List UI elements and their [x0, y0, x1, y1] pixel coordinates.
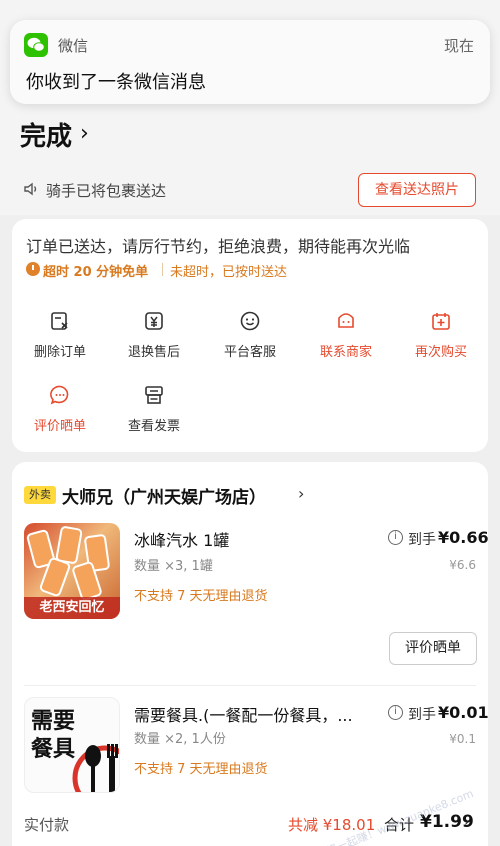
action-label: 评价晒单: [33, 419, 86, 434]
cutlery-icon: [72, 744, 119, 792]
chevron-right-icon[interactable]: ›: [80, 121, 89, 146]
clock-icon: [26, 262, 40, 276]
store-contact-icon: [338, 313, 354, 328]
action-label: 退换售后: [127, 345, 180, 360]
product-image[interactable]: 需要 餐具: [24, 697, 120, 793]
info-icon[interactable]: i: [388, 530, 403, 545]
view-invoice-button[interactable]: 查看发票: [114, 383, 194, 434]
product-quantity: 数量 ×3, 1罐: [134, 559, 213, 574]
price-label: 到手: [408, 532, 436, 548]
divider: [24, 685, 476, 686]
product-image-caption: 老西安回忆: [24, 597, 120, 619]
notification-message: 你收到了一条微信消息: [26, 72, 206, 93]
product-price: ¥0.01: [438, 703, 489, 722]
delivered-message: 订单已送达，请厉行节约，拒绝浪费，期待能再次光临: [26, 237, 411, 256]
notification-app-name: 微信: [58, 37, 89, 55]
wechat-notification[interactable]: 微信 现在 你收到了一条微信消息: [10, 20, 490, 104]
product-quantity: 数量 ×2, 1人份: [134, 732, 226, 747]
rider-status-text: 骑手已将包裹送达: [46, 182, 167, 200]
paid-label: 实付款: [24, 816, 70, 834]
action-label: 查看发票: [127, 419, 180, 434]
delete-order-button[interactable]: 删除订单: [20, 309, 100, 360]
action-label: 平台客服: [223, 345, 276, 360]
customer-service-icon: [240, 311, 260, 331]
view-delivery-photo-button[interactable]: 查看送达照片: [358, 173, 476, 207]
chevron-right-icon[interactable]: ›: [298, 484, 304, 503]
price-label: 到手: [408, 707, 436, 723]
chevron-right-icon[interactable]: ›: [464, 814, 470, 830]
divider: [162, 263, 163, 276]
info-icon[interactable]: i: [388, 705, 403, 720]
speaker-icon: [24, 182, 37, 196]
order-status-title[interactable]: 完成: [20, 116, 72, 153]
action-label: 删除订单: [33, 345, 86, 360]
delete-order-icon: [51, 312, 68, 330]
rebuy-button[interactable]: 再次购买: [401, 309, 481, 360]
original-price: ¥0.1: [449, 732, 476, 746]
review-order-button[interactable]: 评价晒单: [20, 383, 100, 434]
original-price: ¥6.6: [449, 558, 476, 572]
product-price: ¥0.66: [438, 528, 489, 547]
product-name[interactable]: 冰峰汽水 1罐: [134, 527, 229, 551]
wechat-icon: [24, 33, 48, 57]
customer-service-button[interactable]: 平台客服: [210, 309, 290, 360]
rebuy-icon: [432, 313, 450, 330]
contact-store-button[interactable]: 联系商家: [306, 309, 386, 360]
review-icon: [50, 385, 69, 405]
return-policy-label: 不支持 7 天无理由退货: [134, 762, 268, 777]
refund-button[interactable]: 退换售后: [114, 309, 194, 360]
order-actions-card: 订单已送达，请厉行节约，拒绝浪费，期待能再次光临 超时 20 分钟免单 未超时，…: [12, 219, 488, 452]
product-name[interactable]: 需要餐具.(一餐配一份餐具，...: [134, 702, 353, 726]
order-items-card: 外卖 大师兄（广州天娱广场店） › 老西安回忆 冰峰汽水 1罐 数量 ×3, 1…: [12, 462, 489, 846]
notification-time: 现在: [443, 37, 474, 55]
refund-icon: [145, 312, 163, 330]
action-label: 再次购买: [414, 345, 467, 360]
return-policy-label: 不支持 7 天无理由退货: [134, 589, 268, 604]
timeout-free-label[interactable]: 超时 20 分钟免单: [43, 261, 148, 280]
product-image[interactable]: 老西安回忆: [24, 523, 120, 619]
ontime-label: 未超时，已按时送达: [170, 265, 288, 280]
action-label: 联系商家: [319, 345, 372, 360]
review-item-button[interactable]: 评价晒单: [389, 632, 477, 665]
takeout-tag: 外卖: [24, 486, 56, 504]
invoice-icon: [145, 386, 163, 404]
shop-name[interactable]: 大师兄（广州天娱广场店）: [62, 483, 266, 508]
